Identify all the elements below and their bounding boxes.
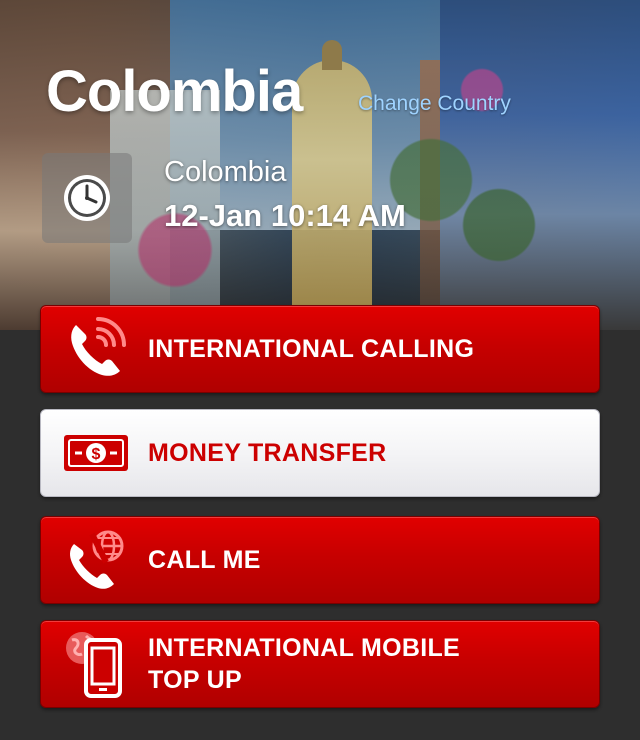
money-transfer-button[interactable]: $ MONEY TRANSFER <box>40 409 600 497</box>
phone-globe-icon <box>59 523 133 597</box>
page-title: Colombia <box>46 59 303 124</box>
mobile-globe-icon <box>59 627 133 701</box>
hero-tower-cap <box>322 40 342 70</box>
international-calling-label: INTERNATIONAL CALLING <box>148 335 475 363</box>
local-time-value: 12-Jan 10:14 AM <box>164 198 406 233</box>
top-up-label-line-1: INTERNATIONAL MOBILE <box>148 634 461 662</box>
top-up-label-line-2: TOP UP <box>148 666 242 694</box>
international-mobile-top-up-label: INTERNATIONAL MOBILE TOP UP <box>148 632 460 696</box>
local-time-country: Colombia <box>164 156 287 188</box>
hero-foliage <box>380 0 550 300</box>
svg-text:$: $ <box>92 446 101 463</box>
call-me-button[interactable]: CALL ME <box>40 516 600 604</box>
international-calling-button[interactable]: INTERNATIONAL CALLING <box>40 305 600 393</box>
call-me-label: CALL ME <box>148 546 261 574</box>
international-mobile-top-up-button[interactable]: INTERNATIONAL MOBILE TOP UP <box>40 620 600 708</box>
dollar-bill-icon: $ <box>59 416 133 490</box>
clock-tile <box>42 153 132 243</box>
clock-icon <box>64 175 110 221</box>
phone-signal-icon <box>59 312 133 386</box>
money-transfer-label: MONEY TRANSFER <box>148 439 387 467</box>
change-country-link[interactable]: Change Country <box>358 92 511 116</box>
